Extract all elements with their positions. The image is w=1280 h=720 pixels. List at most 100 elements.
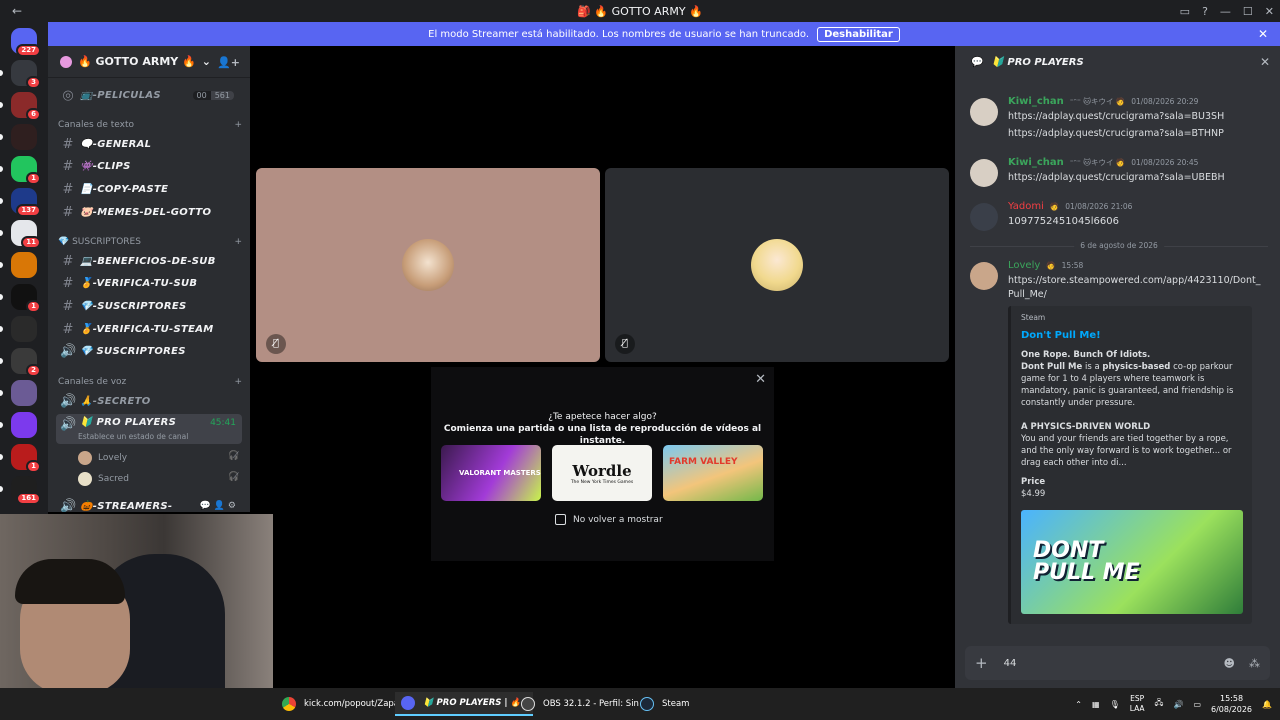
voice-timer: 45:41 xyxy=(210,418,236,428)
chevron-down-icon: ⌄ xyxy=(201,55,211,68)
text-channel-0[interactable]: # 🗨️-GENERAL xyxy=(56,134,242,154)
activity-title: ¿Te apetece hacer algo? xyxy=(548,412,657,422)
message-link[interactable]: https://adplay.quest/crucigrama?sala=UBE… xyxy=(1008,172,1225,183)
server-icon-2[interactable]: 6 xyxy=(11,92,41,121)
avatar[interactable] xyxy=(970,262,998,290)
embed-title[interactable]: Don't Pull Me! xyxy=(1021,330,1242,342)
sub-channel-2[interactable]: # 💎-SUSCRIPTORES xyxy=(56,296,242,316)
add-channel-icon[interactable]: + xyxy=(234,377,242,387)
dont-show-again-checkbox[interactable]: No volver a mostrar xyxy=(555,514,663,525)
close-icon[interactable]: ✕ xyxy=(755,372,766,387)
server-icon-1[interactable]: 3 xyxy=(11,60,41,89)
channel-name: 🐷-MEMES-DEL-GOTTO xyxy=(80,206,212,218)
server-icon-13[interactable]: 1 xyxy=(11,444,41,473)
message-link[interactable]: Pull_Me/ xyxy=(1008,289,1047,300)
server-icon-5[interactable]: 137 xyxy=(11,188,41,217)
participant-tile-2[interactable]: 🎙̸ xyxy=(605,168,949,362)
message-input[interactable]: 44 xyxy=(1004,658,1017,669)
speaker-icon: 🔊 xyxy=(60,498,77,513)
category-text[interactable]: Canales de texto + xyxy=(58,120,242,130)
sub-channel-1[interactable]: # 🏅-VERIFICA-TU-SUB xyxy=(56,274,242,294)
text-channel-3[interactable]: # 🐷-MEMES-DEL-GOTTO xyxy=(56,202,242,222)
text-channel-1[interactable]: # 👾-CLIPS xyxy=(56,157,242,177)
notifications-icon[interactable]: 🔔 xyxy=(1262,700,1272,709)
mic-icon[interactable]: 🎙 xyxy=(1110,700,1120,709)
close-banner-icon[interactable]: ✕ xyxy=(1258,27,1268,41)
muted-mic-icon: 🎙̸ xyxy=(266,334,286,354)
app-tray-icon[interactable]: ▦ xyxy=(1092,700,1100,709)
help-icon[interactable]: ? xyxy=(1202,5,1208,18)
streamer-mode-banner: El modo Streamer está habilitado. Los no… xyxy=(48,22,1280,46)
server-icon-6[interactable]: 11 xyxy=(11,220,41,249)
voice-channel-pro-players[interactable]: 🔊 🔰 PRO PLAYERS 45:41 Establece un estad… xyxy=(56,414,242,444)
chevron-up-icon[interactable]: ⌃ xyxy=(1075,700,1082,709)
add-channel-icon[interactable]: + xyxy=(234,120,242,130)
embed-image[interactable]: DONT PULL ME xyxy=(1021,510,1243,614)
message-link[interactable]: https://adplay.quest/crucigrama?sala=BU3… xyxy=(1008,111,1224,122)
text-channel-2[interactable]: # 📄-COPY-PASTE xyxy=(56,179,242,199)
category-voice[interactable]: Canales de voz + xyxy=(58,377,242,387)
server-icon-3[interactable] xyxy=(11,124,37,150)
minimize-button[interactable]: — xyxy=(1220,5,1231,18)
emoji-icon[interactable]: ☻ xyxy=(1224,657,1235,670)
channel-status[interactable]: Establece un estado de canal xyxy=(78,432,188,441)
mention-badge: 161 xyxy=(16,492,41,505)
sub-channel-3[interactable]: # 🏅-VERIFICA-TU-STEAM xyxy=(56,319,242,339)
voice-user-lovely[interactable]: Lovely xyxy=(78,451,127,465)
server-icon-9[interactable] xyxy=(11,316,37,342)
server-avatar xyxy=(11,252,37,278)
inbox-icon[interactable]: ▭ xyxy=(1180,5,1190,18)
attach-plus-icon[interactable]: + xyxy=(975,654,988,672)
invite-icon[interactable]: 👤+ xyxy=(217,56,240,69)
unread-pill xyxy=(0,358,3,364)
participant-tile-1[interactable]: 🎙̸ xyxy=(256,168,600,362)
message-composer[interactable]: + 44 ☻ ⁂ xyxy=(965,646,1270,680)
avatar[interactable] xyxy=(970,203,998,231)
volume-icon[interactable]: 🔊 xyxy=(1173,700,1183,709)
obs-icon xyxy=(521,697,535,711)
channel-actions-icon[interactable]: 💬 👤 ⚙ xyxy=(200,501,236,511)
network-icon[interactable]: 🖧 xyxy=(1155,697,1164,711)
close-window-button[interactable]: ✕ xyxy=(1265,5,1274,18)
taskbar-discord[interactable]: 🔰 PRO PLAYERS | 🔥 · xyxy=(395,692,534,716)
close-chat-icon[interactable]: ✕ xyxy=(1260,55,1270,69)
voice-channel-secreto[interactable]: 🔊 🙏-SECRETO xyxy=(56,391,242,411)
message-link[interactable]: https://store.steampowered.com/app/44231… xyxy=(1008,275,1260,286)
clock[interactable]: 15:58 6/08/2026 xyxy=(1211,693,1252,715)
embed-provider[interactable]: Steam xyxy=(1021,312,1242,324)
sub-channel-0[interactable]: # 💻-BENEFICIOS-DE-SUB xyxy=(56,251,242,271)
server-icon-12[interactable] xyxy=(11,412,37,438)
back-arrow-icon[interactable]: ← xyxy=(0,4,34,18)
sub-channel-4[interactable]: 🔊 💎 SUSCRIPTORES xyxy=(56,342,242,362)
server-icon-0[interactable]: 227 xyxy=(11,28,41,57)
checkbox[interactable] xyxy=(555,514,566,525)
avatar[interactable] xyxy=(970,98,998,126)
avatar[interactable] xyxy=(970,159,998,187)
server-icon-4[interactable]: 1 xyxy=(11,156,41,185)
server-icon-7[interactable] xyxy=(11,252,37,278)
maximize-button[interactable]: ☐ xyxy=(1243,5,1253,18)
battery-icon[interactable]: ▭ xyxy=(1193,700,1201,709)
muted-icon: 🎧̸ xyxy=(228,451,240,461)
voice-user-sacred[interactable]: Sacred xyxy=(78,472,129,486)
apps-icon[interactable]: ⁂ xyxy=(1249,657,1260,670)
activity-valorant[interactable]: VALORANT MASTERS xyxy=(441,445,541,501)
server-header[interactable]: 🔥 GOTTO ARMY 🔥 ⌄ 👤+ xyxy=(48,46,250,78)
disable-streamer-button[interactable]: Deshabilitar xyxy=(817,26,900,42)
server-avatar xyxy=(11,412,37,438)
category-subs[interactable]: 💎 SUSCRIPTORES + xyxy=(58,237,242,247)
language-indicator[interactable]: ESP LAA xyxy=(1130,694,1145,714)
taskbar-chrome[interactable]: kick.com/popout/Zapat xyxy=(276,692,408,716)
add-channel-icon[interactable]: + xyxy=(234,237,242,247)
voice-channel-streamers[interactable]: 🔊 🎃-STREAMERS- 💬 👤 ⚙ xyxy=(56,496,242,513)
server-icon-10[interactable]: 2 xyxy=(11,348,41,377)
message-link[interactable]: https://adplay.quest/crucigrama?sala=BTH… xyxy=(1008,128,1224,139)
channel-peliculas[interactable]: ◎ 📺-PELICULAS 00 561 xyxy=(56,85,242,105)
server-icon-11[interactable] xyxy=(11,380,37,406)
server-icon-14[interactable]: 161 xyxy=(11,476,41,505)
server-icon-8[interactable]: 1 xyxy=(11,284,41,313)
activity-wordle[interactable]: Wordle The New York Times Games xyxy=(552,445,652,501)
embed-description: Dont Pull Me is a physics-based co-op pa… xyxy=(1021,362,1234,408)
taskbar-steam[interactable]: Steam xyxy=(634,692,695,716)
activity-farm-valley[interactable]: FARM VALLEY xyxy=(663,445,763,501)
